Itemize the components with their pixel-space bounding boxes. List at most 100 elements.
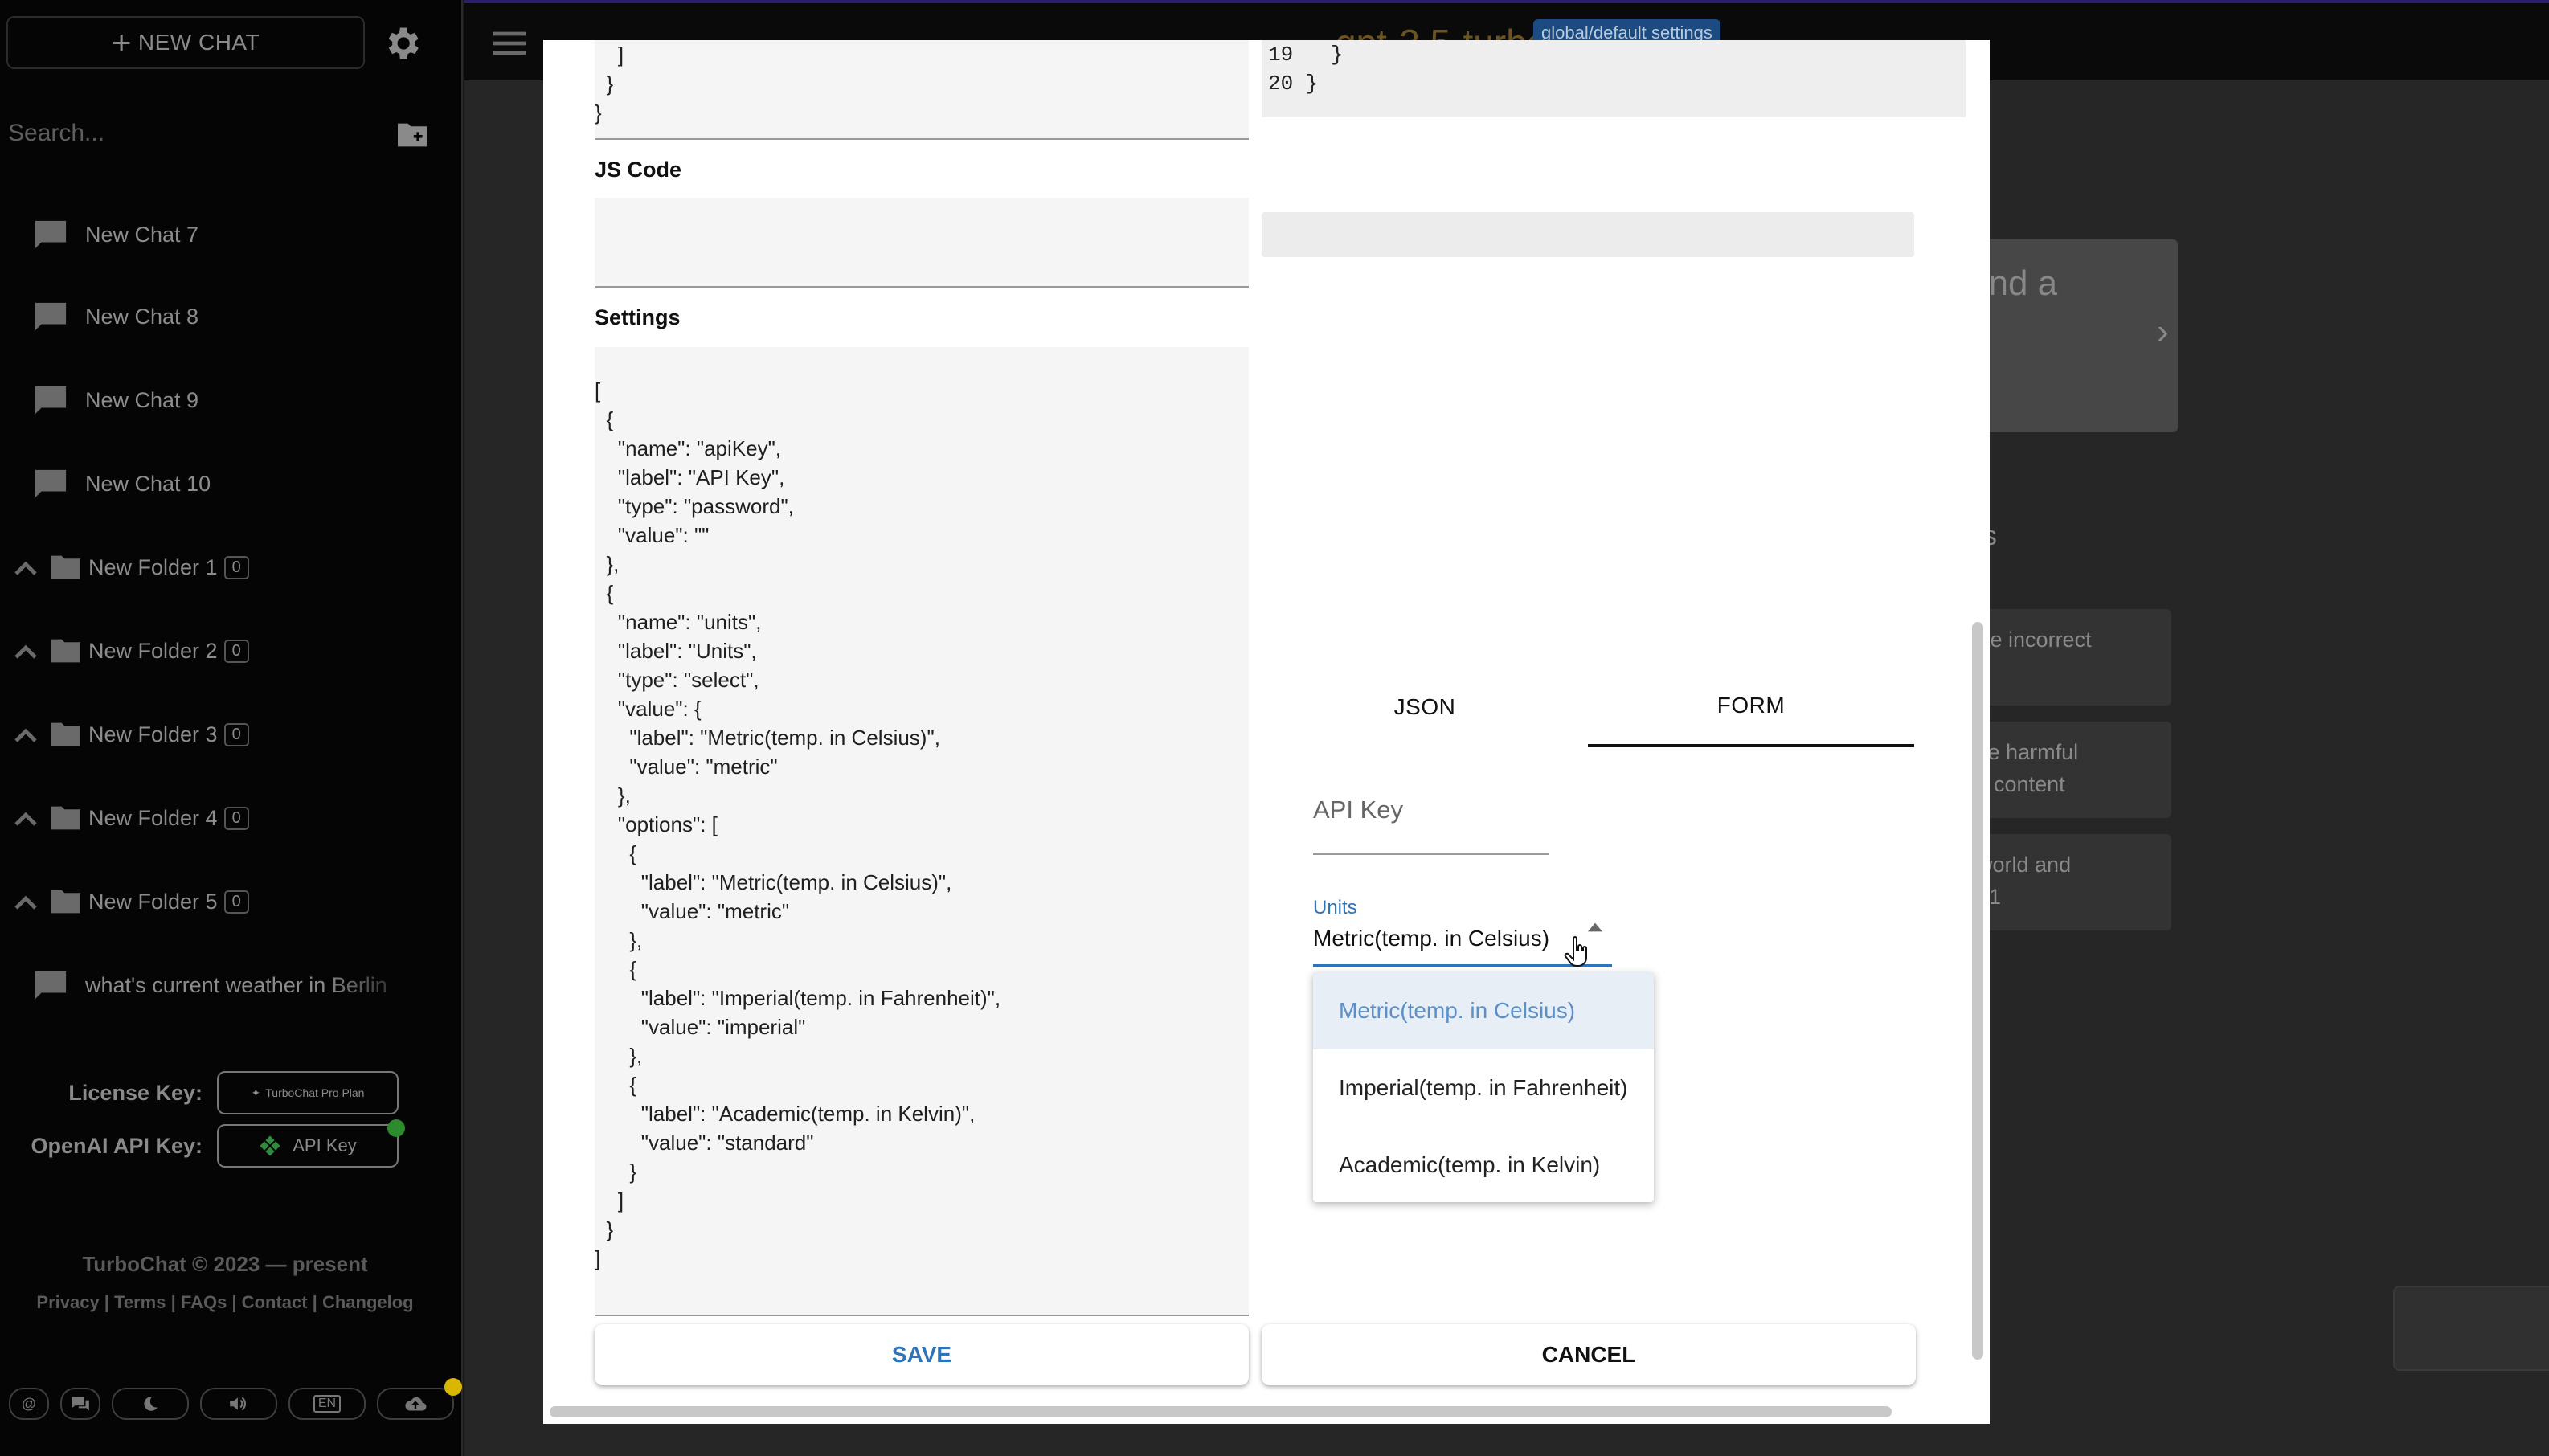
search-placeholder: Search... bbox=[8, 120, 105, 146]
sound-button[interactable] bbox=[200, 1388, 277, 1420]
at-icon: @ bbox=[21, 1395, 37, 1412]
plugin-settings-modal: ] } } JS Code Settings [ { "name": "apiK… bbox=[543, 40, 1990, 1424]
cloud-upload-icon bbox=[405, 1397, 427, 1411]
footer-links[interactable]: Privacy | Terms | FAQs | Contact | Chang… bbox=[0, 1292, 450, 1313]
folder-name: New Folder 1 bbox=[88, 554, 218, 579]
modal-right-column: 19 } 20 } JSON FORM API Key Units Metric… bbox=[1262, 40, 1969, 1318]
units-option[interactable]: Academic(temp. in Kelvin) bbox=[1313, 1127, 1654, 1204]
api-key-label: OpenAI API Key: bbox=[31, 1133, 203, 1158]
chat-item-label: New Chat 7 bbox=[85, 222, 199, 247]
units-select-value[interactable]: Metric(temp. in Celsius) bbox=[1313, 926, 1549, 951]
folder-item[interactable]: New Folder 4 0 bbox=[14, 794, 249, 842]
view-tabs: JSON FORM bbox=[1262, 667, 1914, 747]
theme-toggle-button[interactable] bbox=[112, 1388, 189, 1420]
folder-count-badge: 0 bbox=[223, 555, 249, 579]
chat-bubble-icon bbox=[35, 220, 67, 249]
units-option[interactable]: Metric(temp. in Celsius) bbox=[1313, 972, 1654, 1049]
license-key-button[interactable]: ✦ TurboChat Pro Plan bbox=[217, 1071, 399, 1114]
chat-bubble-icon bbox=[35, 971, 67, 1000]
chats-button[interactable] bbox=[60, 1388, 100, 1420]
chevron-right-icon: › bbox=[2157, 312, 2169, 351]
code-preview: 19 } 20 } bbox=[1262, 40, 1966, 117]
js-code-editor[interactable] bbox=[595, 198, 1249, 288]
js-preview bbox=[1262, 212, 1914, 257]
chat-item[interactable]: what's current weather in Berlin bbox=[32, 961, 423, 1009]
moon-icon bbox=[144, 1397, 158, 1411]
settings-code-editor[interactable]: [ { "name": "apiKey", "label": "API Key"… bbox=[595, 347, 1249, 1316]
modal-left-column: ] } } JS Code Settings [ { "name": "apiK… bbox=[595, 40, 1249, 1424]
save-button[interactable]: SAVE bbox=[595, 1324, 1249, 1385]
units-option[interactable]: Imperial(temp. in Fahrenheit) bbox=[1313, 1049, 1654, 1127]
speaker-icon bbox=[230, 1397, 246, 1411]
tab-form[interactable]: FORM bbox=[1588, 667, 1914, 747]
chevron-up-icon[interactable] bbox=[14, 810, 37, 826]
js-code-title: JS Code bbox=[595, 157, 682, 182]
chat-bubble-icon bbox=[35, 386, 67, 415]
license-key-label: License Key: bbox=[68, 1080, 203, 1105]
sparkle-icon: ✦ bbox=[251, 1086, 261, 1099]
gear-icon[interactable] bbox=[378, 22, 426, 64]
new-chat-label: NEW CHAT bbox=[137, 30, 260, 55]
chat-item[interactable]: New Chat 8 bbox=[32, 292, 198, 341]
settings-title: Settings bbox=[595, 305, 681, 329]
plus-icon: + bbox=[111, 23, 132, 61]
folder-icon bbox=[51, 722, 80, 746]
status-dot bbox=[387, 1119, 405, 1137]
horizontal-scrollbar[interactable] bbox=[550, 1406, 1892, 1417]
license-key-value: TurboChat Pro Plan bbox=[265, 1086, 365, 1099]
folder-count-badge: 0 bbox=[223, 806, 249, 830]
folder-item[interactable]: New Folder 5 0 bbox=[14, 877, 249, 926]
folder-icon bbox=[51, 890, 80, 914]
new-chat-button[interactable]: + NEW CHAT bbox=[6, 16, 365, 69]
chat-item[interactable]: New Chat 9 bbox=[32, 376, 198, 424]
search-input[interactable]: Search... bbox=[8, 111, 442, 156]
folder-name: New Folder 2 bbox=[88, 638, 218, 663]
chat-item-label: New Chat 9 bbox=[85, 387, 199, 412]
license-key-row: License Key: ✦ TurboChat Pro Plan bbox=[0, 1070, 434, 1115]
units-dropdown-menu: Metric(temp. in Celsius) Imperial(temp. … bbox=[1313, 972, 1654, 1202]
cancel-button[interactable]: CANCEL bbox=[1262, 1324, 1916, 1385]
tab-json[interactable]: JSON bbox=[1262, 667, 1588, 747]
chat-bubble-icon bbox=[35, 302, 67, 331]
chevron-up-icon[interactable] bbox=[14, 726, 37, 742]
upload-status-dot bbox=[444, 1378, 462, 1396]
message-input[interactable] bbox=[2393, 1286, 2549, 1371]
openai-icon bbox=[260, 1135, 280, 1156]
at-button[interactable]: @ bbox=[9, 1388, 49, 1420]
folder-item[interactable]: New Folder 1 0 bbox=[14, 543, 249, 591]
new-folder-icon[interactable] bbox=[394, 121, 431, 149]
chevron-up-icon[interactable] bbox=[14, 559, 37, 575]
chat-item[interactable]: New Chat 7 bbox=[32, 211, 198, 259]
folder-item[interactable]: New Folder 2 0 bbox=[14, 627, 249, 675]
folder-icon bbox=[51, 806, 80, 830]
vertical-scrollbar[interactable] bbox=[1972, 622, 1983, 1360]
code-editor-top[interactable]: ] } } bbox=[595, 40, 1249, 140]
copyright: TurboChat © 2023 — present bbox=[82, 1252, 368, 1276]
chat-item-label: what's current weather in Berlin bbox=[85, 973, 423, 998]
folder-icon bbox=[51, 555, 80, 579]
folder-name: New Folder 4 bbox=[88, 805, 218, 830]
language-badge: EN bbox=[313, 1395, 342, 1413]
api-key-field[interactable] bbox=[1313, 853, 1549, 855]
chevron-up-icon[interactable] bbox=[14, 643, 37, 659]
api-key-value: API Key bbox=[293, 1135, 357, 1155]
chat-item[interactable]: New Chat 10 bbox=[32, 460, 211, 508]
chat-bubble-icon bbox=[35, 469, 67, 498]
api-key-field-label: API Key bbox=[1313, 795, 1403, 824]
hand-pointer-icon bbox=[1564, 936, 1587, 967]
folder-item[interactable]: New Folder 3 0 bbox=[14, 710, 249, 759]
caret-up-icon[interactable] bbox=[1588, 922, 1602, 932]
language-button[interactable]: EN bbox=[288, 1388, 366, 1420]
units-field-label: Units bbox=[1313, 897, 1357, 918]
chat-item-label: New Chat 10 bbox=[85, 471, 211, 496]
chevron-up-icon[interactable] bbox=[14, 894, 37, 910]
menu-icon[interactable] bbox=[493, 31, 526, 56]
chat-item-label: New Chat 8 bbox=[85, 304, 199, 329]
api-key-button[interactable]: API Key bbox=[217, 1119, 405, 1168]
folder-count-badge: 0 bbox=[223, 722, 249, 746]
folder-name: New Folder 5 bbox=[88, 889, 218, 914]
folder-icon bbox=[51, 639, 80, 663]
folder-count-badge: 0 bbox=[223, 639, 249, 663]
cloud-upload-button[interactable] bbox=[377, 1378, 462, 1420]
chats-icon bbox=[72, 1397, 89, 1411]
